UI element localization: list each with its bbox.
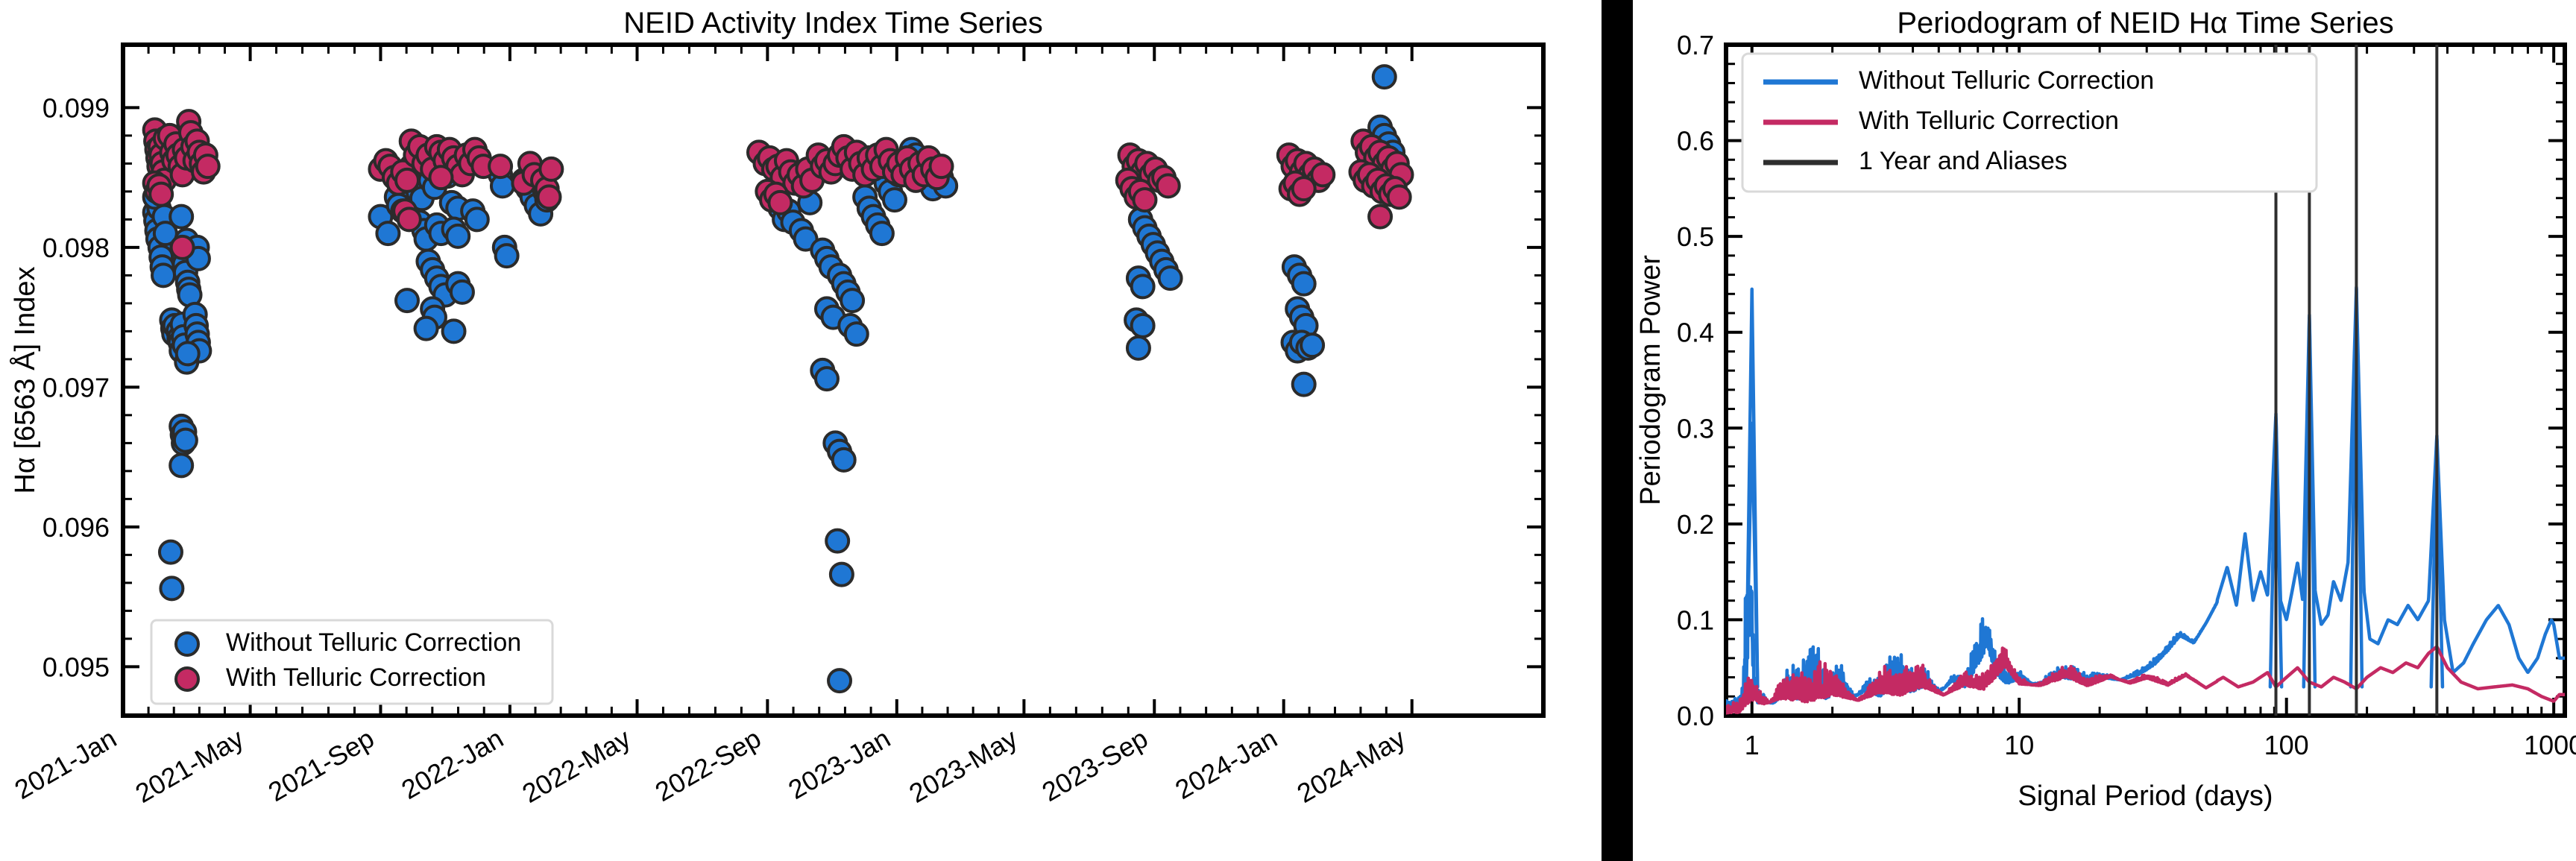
x-tick-label: 2021-Sep — [263, 722, 380, 807]
x-tick-label: 2022-May — [517, 722, 635, 809]
x-tick-label: 1 — [1745, 730, 1760, 760]
data-point — [1371, 64, 1397, 90]
data-point — [869, 221, 895, 247]
y-axis-label: Periodogram Power — [1635, 255, 1666, 505]
right-chart-title: Periodogram of NEID Hα Time Series — [1897, 7, 2393, 40]
data-point — [1130, 312, 1156, 338]
data-point — [825, 528, 851, 554]
y-tick-label: 0.4 — [1677, 318, 1714, 348]
x-tick-label: 2023-Jan — [783, 722, 895, 805]
data-point — [151, 262, 177, 288]
legend-label: With Telluric Correction — [226, 663, 486, 692]
data-point — [1157, 265, 1183, 291]
x-tick-label: 1000 — [2524, 730, 2576, 760]
panel-divider — [1602, 0, 1633, 861]
periodogram-panel: Periodogram of NEID Hα Time Series 0.0 0.1… — [1633, 0, 2576, 861]
data-point — [1132, 187, 1158, 213]
y-tick-label: 0.097 — [42, 372, 110, 403]
data-point — [538, 156, 564, 182]
legend-label: With Telluric Correction — [1859, 107, 2119, 135]
data-point — [449, 279, 475, 305]
y-tick-label: 0.095 — [42, 652, 110, 682]
data-point — [441, 318, 467, 344]
data-point — [169, 452, 195, 479]
left-legend: Without Telluric Correction With Telluric… — [150, 619, 554, 705]
data-point — [445, 223, 471, 249]
data-point — [828, 561, 854, 587]
y-tick-label: 0.0 — [1677, 701, 1714, 731]
legend-marker — [174, 631, 200, 657]
data-point — [488, 154, 514, 180]
data-point — [394, 167, 420, 193]
y-tick-label: 0.6 — [1677, 126, 1714, 157]
left-chart-title: NEID Activity Index Time Series — [623, 7, 1042, 40]
x-tick-label: 2023-May — [904, 722, 1022, 809]
x-tick-label: 2024-Jan — [1170, 722, 1282, 805]
data-point — [394, 288, 420, 314]
y-tick-label: 0.2 — [1677, 509, 1714, 540]
x-tick-label: 2024-May — [1292, 722, 1411, 809]
data-point — [159, 575, 185, 602]
data-point — [1291, 176, 1317, 202]
data-point — [1291, 371, 1317, 397]
data-point — [831, 447, 857, 473]
data-point — [396, 206, 422, 233]
x-axis-label: Signal Period (days) — [2018, 780, 2273, 812]
legend-marker — [174, 666, 200, 692]
legend-label: 1 Year and Aliases — [1859, 147, 2068, 175]
activity-index-panel: NEID Activity Index Time Series 0.095 0.09… — [0, 0, 1558, 861]
data-point — [413, 315, 439, 341]
data-point — [1300, 332, 1326, 359]
activity-index-chart: NEID Activity Index Time Series 0.095 0.09… — [8, 7, 1546, 809]
x-tick-label: 2021-May — [130, 722, 248, 809]
legend-label: Without Telluric Correction — [226, 628, 521, 657]
data-point — [1386, 184, 1412, 210]
y-tick-label: 0.098 — [42, 233, 110, 263]
data-point — [464, 206, 490, 233]
y-axis-label: Hα [6563 Å] Index — [8, 266, 41, 493]
right-legend: Without Telluric Correction With Telluric… — [1741, 52, 2318, 193]
data-point — [928, 154, 954, 180]
x-tick-label: 2023-Sep — [1037, 722, 1153, 807]
x-tick-label: 2021-Jan — [9, 722, 122, 805]
data-point — [1367, 204, 1394, 230]
data-point — [1125, 335, 1151, 361]
data-point — [840, 288, 866, 314]
data-point — [1155, 173, 1181, 199]
x-tick-label: 2022-Sep — [650, 722, 766, 807]
data-point — [827, 668, 853, 694]
data-point — [148, 181, 174, 207]
x-tick-label: 10 — [2004, 730, 2034, 760]
y-tick-label: 0.3 — [1677, 413, 1714, 444]
data-point — [174, 341, 201, 367]
y-tick-label: 0.5 — [1677, 221, 1714, 252]
data-point — [195, 154, 221, 180]
data-point — [172, 427, 198, 453]
y-tick-label: 0.7 — [1677, 30, 1714, 60]
data-point — [767, 189, 793, 215]
x-tick-label: 100 — [2264, 730, 2309, 760]
y-tick-label: 0.1 — [1677, 605, 1714, 635]
data-point — [1291, 271, 1317, 297]
data-point — [843, 321, 869, 347]
data-point — [169, 204, 195, 230]
data-point — [169, 234, 195, 260]
data-point — [813, 366, 840, 392]
y-tick-label: 0.096 — [42, 512, 110, 543]
data-point — [428, 165, 454, 191]
data-point — [375, 221, 401, 247]
figure-root: NEID Activity Index Time Series 0.095 0.09… — [0, 0, 2576, 861]
legend-label: Without Telluric Correction — [1859, 66, 2154, 95]
periodogram-chart: Periodogram of NEID Hα Time Series 0.0 0.1… — [1635, 7, 2576, 812]
data-point — [536, 184, 562, 210]
data-point — [157, 539, 183, 565]
y-tick-label: 0.099 — [42, 92, 110, 123]
data-point — [881, 187, 907, 213]
data-point — [1310, 162, 1336, 188]
x-tick-label: 2022-Jan — [396, 722, 508, 805]
data-point — [494, 243, 520, 269]
data-point — [1130, 274, 1156, 300]
